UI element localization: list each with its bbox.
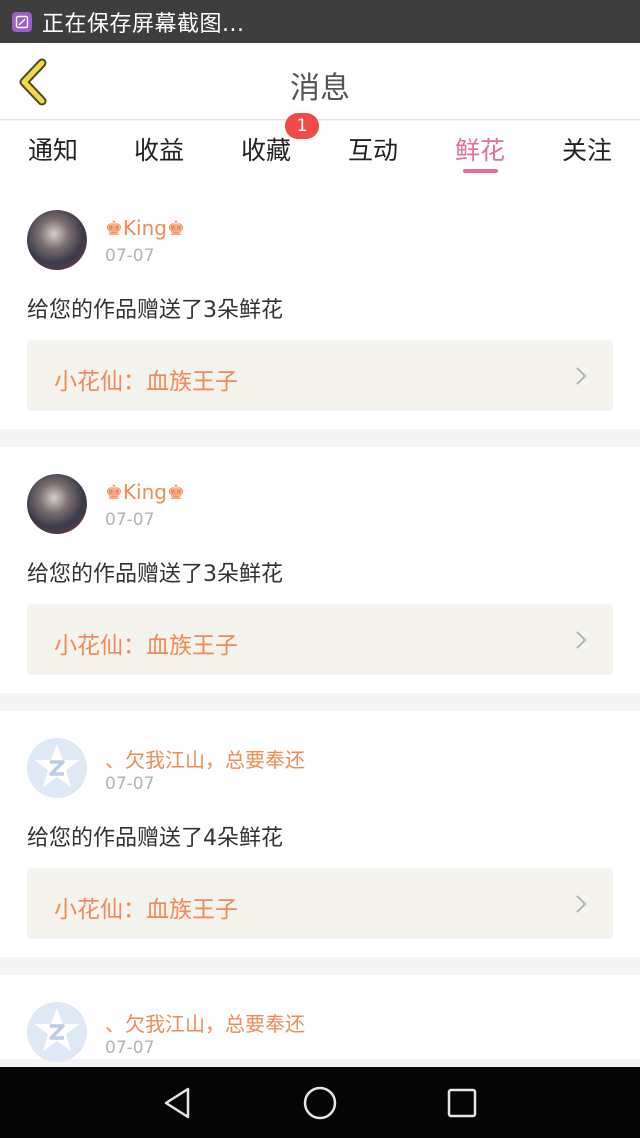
nav-recents-button[interactable] (444, 1085, 480, 1121)
message-text: 给您的作品赠送了4朵鲜花 (27, 826, 283, 851)
timestamp: 07-07 (105, 246, 155, 266)
flower-message-list: ♚King♚ 07-07 给您的作品赠送了3朵鲜花 小花仙：血族王子 ♚King… (0, 183, 640, 1062)
list-item: ♚King♚ 07-07 给您的作品赠送了3朵鲜花 小花仙：血族王子 (0, 183, 640, 429)
tab-following[interactable]: 关注 (534, 131, 640, 167)
qq-star-icon (34, 1008, 80, 1051)
page-title: 消息 (290, 71, 350, 106)
screenshot-icon (12, 11, 32, 32)
list-item: ♚King♚ 07-07 给您的作品赠送了3朵鲜花 小花仙：血族王子 (0, 447, 640, 693)
status-text: 正在保存屏幕截图... (42, 11, 245, 37)
favorites-badge: 1 (285, 113, 319, 139)
username[interactable]: 、欠我江山，总要奉还 (105, 1008, 305, 1037)
header: 消息 (0, 43, 640, 120)
circle-home-icon (303, 1086, 337, 1120)
active-tab-indicator (463, 169, 498, 173)
qq-default-avatar[interactable] (27, 1002, 87, 1062)
nav-back-button[interactable] (160, 1085, 196, 1121)
messages-screen: 正在保存屏幕截图... 消息 通知 收益 收藏 互动 鲜花 关注 1 ♚King… (0, 0, 640, 1138)
tab-interactions[interactable]: 互动 (320, 131, 426, 167)
tab-label: 收藏 (240, 136, 291, 165)
list-item: 、欠我江山，总要奉还 07-07 给您的作品赠送了4朵鲜花 小花仙：血族王子 (0, 711, 640, 957)
message-text: 给您的作品赠送了3朵鲜花 (27, 562, 283, 587)
work-link[interactable]: 小花仙：血族王子 (27, 868, 613, 939)
work-title: 小花仙：血族王子 (54, 633, 238, 659)
nav-home-button[interactable] (302, 1085, 338, 1121)
tab-notifications[interactable]: 通知 (0, 131, 106, 167)
tab-bar: 通知 收益 收藏 互动 鲜花 关注 1 (0, 113, 640, 183)
photo-avatar[interactable] (27, 210, 87, 270)
tab-label: 互动 (347, 136, 398, 165)
triangle-back-icon (164, 1087, 190, 1119)
tab-label: 通知 (27, 136, 78, 165)
tab-label: 关注 (561, 136, 612, 165)
timestamp: 07-07 (105, 510, 155, 530)
tab-label: 收益 (133, 136, 184, 165)
timestamp: 07-07 (105, 1038, 155, 1058)
system-nav-bar (0, 1067, 640, 1138)
tab-label: 鲜花 (454, 136, 505, 165)
tab-earnings[interactable]: 收益 (106, 131, 212, 167)
work-title: 小花仙：血族王子 (54, 897, 238, 923)
username[interactable]: 、欠我江山，总要奉还 (105, 744, 305, 773)
username[interactable]: ♚King♚ (105, 480, 185, 504)
work-link[interactable]: 小花仙：血族王子 (27, 604, 613, 675)
tab-flowers[interactable]: 鲜花 (427, 131, 533, 167)
list-item: 、欠我江山，总要奉还 07-07 (0, 975, 640, 1062)
work-title: 小花仙：血族王子 (54, 369, 238, 395)
timestamp: 07-07 (105, 774, 155, 794)
message-text: 给您的作品赠送了3朵鲜花 (27, 298, 283, 323)
chevron-right-icon (576, 631, 587, 649)
username[interactable]: ♚King♚ (105, 216, 185, 240)
chevron-right-icon (576, 895, 587, 913)
photo-avatar[interactable] (27, 474, 87, 534)
status-bar: 正在保存屏幕截图... (0, 0, 640, 43)
work-link[interactable]: 小花仙：血族王子 (27, 340, 613, 411)
qq-star-icon (34, 744, 80, 787)
qq-default-avatar[interactable] (27, 738, 87, 798)
square-recents-icon (447, 1088, 477, 1118)
chevron-right-icon (576, 367, 587, 385)
